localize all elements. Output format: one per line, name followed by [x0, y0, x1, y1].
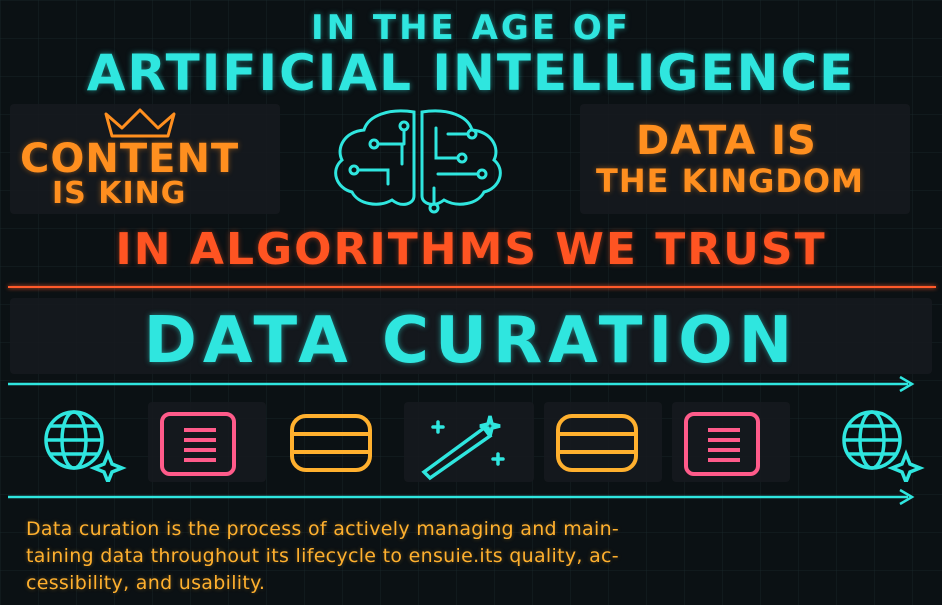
globe-icon	[16, 402, 140, 487]
tagline: IN ALGORITHMS WE TRUST	[115, 224, 827, 275]
magic-wand-icon	[404, 402, 534, 482]
description-line3: cessibility, and usability.	[26, 572, 266, 594]
right-slogan-line1: DATA IS	[636, 118, 817, 164]
headline: DATA CURATION	[143, 304, 799, 378]
brain-circuit-icon	[334, 109, 502, 214]
database-icon-2	[544, 402, 662, 482]
document-icon	[148, 402, 266, 482]
description: Data curation is the process of actively…	[26, 516, 916, 597]
arrow-top	[8, 375, 915, 393]
description-line2: taining data throughout its lifecycle to…	[26, 545, 619, 567]
title-main: ARTIFICIAL INTELLIGENCE	[86, 44, 856, 102]
title-top: IN THE AGE OF	[310, 8, 632, 48]
database-icon	[276, 402, 396, 482]
right-slogan-line2: THE KINGDOM	[596, 162, 864, 200]
document-icon-2	[672, 402, 790, 482]
description-line1: Data curation is the process of actively…	[26, 518, 620, 540]
arrow-bottom	[8, 488, 915, 506]
left-slogan-line2: IS KING	[52, 176, 187, 211]
globe-icon-2	[814, 402, 938, 487]
divider-line	[8, 286, 936, 288]
